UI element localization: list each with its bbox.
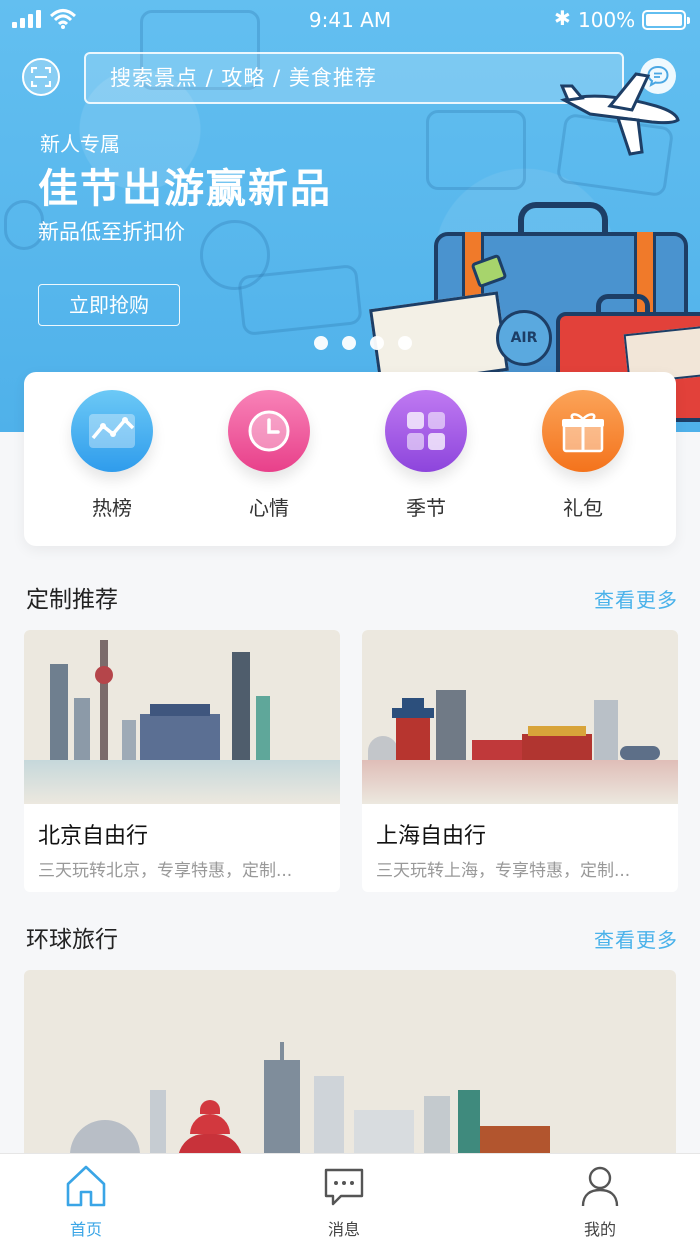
section-title-global: 环球旅行 <box>26 927 118 953</box>
category-gift[interactable]: 礼包 <box>523 390 643 521</box>
tab-label: 我的 <box>583 1220 616 1239</box>
trend-chart-icon <box>71 390 153 472</box>
search-input[interactable]: 搜索景点 / 攻略 / 美食推荐 <box>84 52 624 104</box>
tab-bar: 首页 消息 我的 <box>0 1153 700 1245</box>
destination-desc: 三天玩转北京，专享特惠，定制... <box>38 861 293 881</box>
carousel-dot[interactable] <box>314 336 328 350</box>
carousel-indicator <box>314 336 412 350</box>
promo-tag: 新人专属 <box>40 132 120 156</box>
doodle-circle-decoration <box>200 220 270 290</box>
promo-subtitle: 新品低至折扣价 <box>38 220 185 244</box>
category-label: 心情 <box>249 496 289 520</box>
destination-name: 上海自由行 <box>376 824 487 849</box>
gift-icon <box>542 390 624 472</box>
buy-now-button[interactable]: 立即抢购 <box>38 284 180 326</box>
promo-title: 佳节出游赢新品 <box>38 166 332 212</box>
category-mood[interactable]: 心情 <box>209 390 329 521</box>
category-hot[interactable]: 热榜 <box>52 390 172 521</box>
category-card: 热榜 心情 季节 礼包 <box>24 372 676 546</box>
category-label: 热榜 <box>92 496 132 520</box>
carousel-dot[interactable] <box>342 336 356 350</box>
tab-home[interactable]: 首页 <box>26 1164 146 1240</box>
scan-icon <box>31 67 51 87</box>
user-icon <box>581 1166 619 1207</box>
carousel-dot[interactable] <box>398 336 412 350</box>
category-label: 季节 <box>406 496 446 520</box>
battery-icon <box>642 10 690 30</box>
battery-percent: 100% <box>578 8 636 32</box>
chat-icon <box>324 1168 364 1206</box>
view-more-link[interactable]: 查看更多 <box>594 924 678 953</box>
carousel-dot[interactable] <box>370 336 384 350</box>
destination-card-beijing[interactable]: 北京自由行 三天玩转北京，专享特惠，定制... <box>24 630 340 892</box>
status-bar: 9:41 AM ✱ 100% <box>0 0 700 40</box>
doodle-suitcase-decoration <box>426 110 526 190</box>
section-title-custom: 定制推荐 <box>26 587 118 613</box>
tab-profile[interactable]: 我的 <box>540 1164 660 1240</box>
bluetooth-icon: ✱ <box>554 6 571 30</box>
beijing-skyline-image <box>24 630 340 804</box>
category-season[interactable]: 季节 <box>366 390 486 521</box>
scan-button[interactable] <box>22 58 60 96</box>
tab-label: 首页 <box>69 1220 102 1239</box>
air-stamp-illustration: AIR <box>496 310 552 366</box>
destination-desc: 三天玩转上海，专享特惠，定制... <box>376 861 631 881</box>
tab-label: 消息 <box>327 1220 360 1239</box>
hero-banner[interactable]: 9:41 AM ✱ 100% 搜索景点 / 攻略 / 美食推荐 AIR 新人专属… <box>0 0 700 432</box>
category-label: 礼包 <box>563 496 603 520</box>
view-more-link[interactable]: 查看更多 <box>594 584 678 613</box>
shanghai-skyline-image <box>362 630 678 804</box>
clock-icon <box>228 390 310 472</box>
grid-icon <box>385 390 467 472</box>
destination-name: 北京自由行 <box>38 824 149 849</box>
home-icon <box>66 1165 106 1207</box>
airplane-illustration <box>560 72 680 156</box>
global-travel-card[interactable] <box>24 970 676 1160</box>
destination-card-shanghai[interactable]: 上海自由行 三天玩转上海，专享特惠，定制... <box>362 630 678 892</box>
tab-messages[interactable]: 消息 <box>284 1164 404 1240</box>
